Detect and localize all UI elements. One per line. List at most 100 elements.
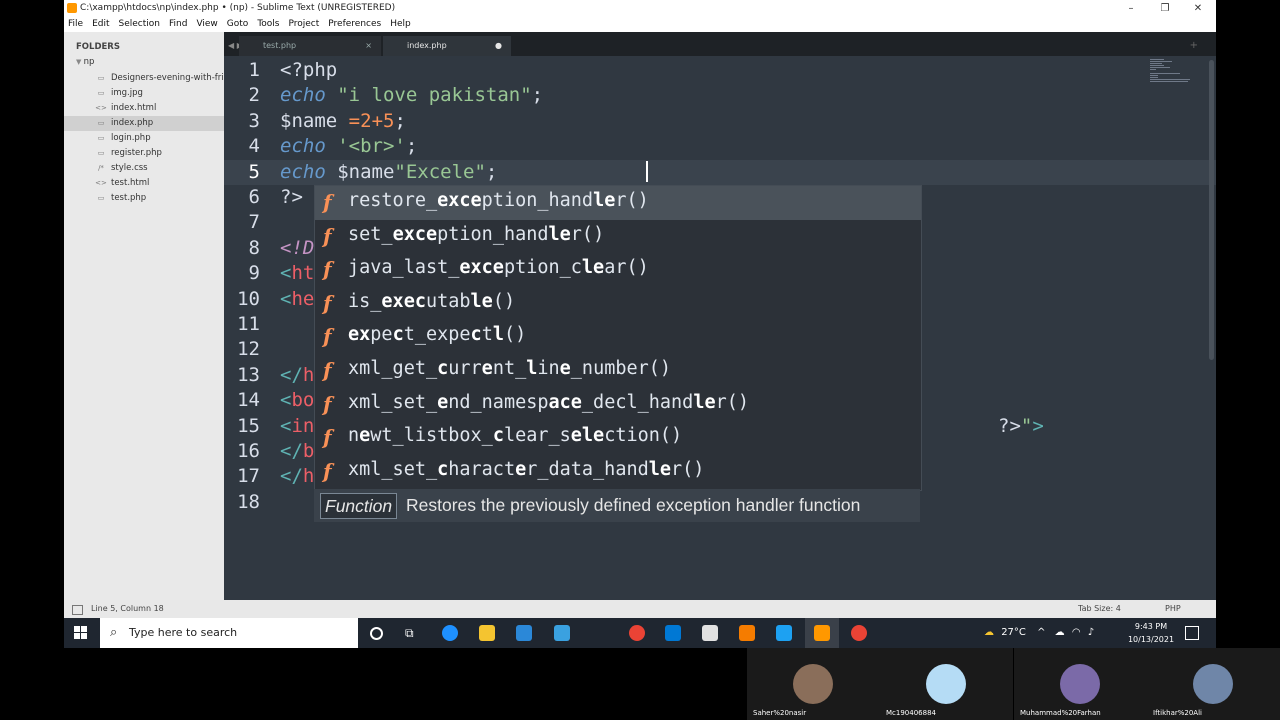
folder-np[interactable]: ▼ np	[76, 57, 94, 67]
maximize-button[interactable]: ❐	[1148, 0, 1182, 17]
menu-find[interactable]: Find	[165, 17, 192, 32]
line-number: 17	[237, 465, 260, 488]
autocomplete-item[interactable]: f newt_listbox_clear_selection()	[315, 421, 921, 455]
autocomplete-item[interactable]: f restore_exception_handler()	[315, 186, 921, 220]
tab-index-php[interactable]: index.php ●	[383, 36, 511, 56]
sidebar-file[interactable]: ▭ register.php	[64, 146, 224, 161]
menu-file[interactable]: File	[64, 17, 88, 32]
sidebar-file[interactable]: ▭ login.php	[64, 131, 224, 146]
chrome-icon-2[interactable]	[851, 625, 867, 641]
new-tab-icon[interactable]: +	[1190, 36, 1198, 56]
volume-icon[interactable]: ♪	[1088, 627, 1094, 638]
menu-view[interactable]: View	[192, 17, 222, 32]
sidebar-file[interactable]: ▭ Designers-evening-with-friends	[64, 71, 224, 86]
code-token: $name	[337, 160, 395, 183]
code-token: </	[280, 440, 303, 462]
code-line[interactable]: <?php	[280, 59, 337, 81]
notification-center-icon[interactable]	[1185, 626, 1199, 640]
code-token: echo	[280, 160, 338, 183]
autocomplete-item[interactable]: f xml_set_character_data_handler()	[315, 455, 921, 489]
vertical-scrollbar[interactable]	[1209, 60, 1214, 360]
line-number: 10	[237, 287, 260, 310]
menu-preferences[interactable]: Preferences	[324, 17, 386, 32]
sidebar-file[interactable]: /* style.css	[64, 161, 224, 176]
sidebar-file[interactable]: ▭ index.php	[64, 116, 224, 131]
menu-help[interactable]: Help	[386, 17, 416, 32]
participant-tile[interactable]: Saher%20nasir	[747, 648, 880, 720]
participant-tile[interactable]: Mc190406884	[880, 648, 1013, 720]
tab-close-icon[interactable]: ×	[365, 36, 372, 56]
slack-icon[interactable]	[702, 625, 718, 641]
label-part: ption_hand	[437, 223, 549, 245]
chrome-icon[interactable]	[629, 625, 645, 641]
menu-project[interactable]: Project	[284, 17, 324, 32]
menu-goto[interactable]: Goto	[223, 17, 254, 32]
taskbar-search-box[interactable]: ⌕ Type here to search	[100, 618, 358, 648]
menu-selection[interactable]: Selection	[115, 17, 165, 32]
match-highlight: l	[526, 358, 538, 379]
code-token: $	[280, 109, 292, 132]
tray-chevron-icon[interactable]: ^	[1037, 627, 1045, 638]
function-kind-icon: f	[323, 324, 332, 349]
code-line[interactable]: echo $name"Excele";	[280, 161, 497, 183]
minimize-button[interactable]: –	[1114, 0, 1148, 17]
sidebar-file[interactable]: <> test.html	[64, 176, 224, 191]
code-line-tail[interactable]: ?>">	[998, 415, 1044, 437]
vscode-icon[interactable]	[665, 625, 681, 641]
syntax-mode[interactable]: PHP	[1165, 600, 1181, 618]
sublime-icon[interactable]	[814, 625, 830, 641]
participant-tile[interactable]: Muhammad%20Farhan	[1014, 648, 1147, 720]
task-view-icon[interactable]: ⧉	[405, 625, 421, 641]
file-name: login.php	[111, 133, 151, 143]
edge-icon[interactable]	[442, 625, 458, 641]
menu-edit[interactable]: Edit	[88, 17, 114, 32]
code-line[interactable]: ?>	[280, 186, 303, 208]
mail-icon[interactable]	[554, 625, 570, 641]
line-number: 7	[248, 211, 260, 234]
autocomplete-item[interactable]: f xml_get_current_line_number()	[315, 354, 921, 388]
code-token: =	[337, 109, 361, 132]
code-line[interactable]: echo '<br>';	[280, 135, 417, 157]
weather-icon[interactable]: ☁	[984, 627, 994, 638]
file-icon: ▭	[97, 194, 105, 202]
unsaved-dot-icon[interactable]: ●	[495, 36, 502, 56]
code-line[interactable]: $name =2+5;	[280, 110, 406, 132]
tooltip-kind: Function	[320, 493, 398, 519]
function-kind-icon: f	[323, 223, 332, 248]
participant-tile[interactable]: Iftikhar%20Ali	[1147, 648, 1280, 720]
label-part: r_data_hand	[526, 458, 649, 480]
close-button[interactable]: ✕	[1181, 0, 1215, 17]
sidebar-file[interactable]: ▭ test.php	[64, 191, 224, 206]
windows-start-icon[interactable]	[74, 626, 88, 640]
store-icon[interactable]	[516, 625, 532, 641]
tab-test-php[interactable]: test.php ×	[239, 36, 381, 56]
wifi-icon[interactable]: ◠	[1072, 627, 1081, 638]
cortana-icon[interactable]	[370, 627, 383, 640]
menu-bar: File Edit Selection Find View Goto Tools Projec…	[64, 17, 1216, 32]
autocomplete-item[interactable]: f expect_expectl()	[315, 320, 921, 354]
autocomplete-item[interactable]: f java_last_exception_clear()	[315, 253, 921, 287]
weather-temp[interactable]: 27°C	[1001, 627, 1026, 638]
tab-label: test.php	[263, 41, 297, 50]
code-line[interactable]: echo "i love pakistan";	[280, 84, 543, 106]
avatar	[1193, 664, 1233, 704]
text-cursor	[646, 161, 648, 182]
line-number: 13	[237, 363, 260, 386]
network-icon[interactable]: ☁	[1055, 627, 1065, 638]
sidebar-file[interactable]: <> index.html	[64, 101, 224, 116]
file-explorer-icon[interactable]	[479, 625, 495, 641]
menu-tools[interactable]: Tools	[253, 17, 284, 32]
autocomplete-item[interactable]: f set_exception_handler()	[315, 220, 921, 254]
participant-name: Saher%20nasir	[753, 709, 807, 717]
avatar	[1060, 664, 1100, 704]
xampp-icon[interactable]	[739, 625, 755, 641]
panel-toggle-icon[interactable]	[72, 605, 83, 615]
skype-icon[interactable]	[776, 625, 792, 641]
tab-size[interactable]: Tab Size: 4	[1078, 600, 1121, 618]
sidebar: FOLDERS ▼ np ▭ Designers-evening-with-fri…	[64, 32, 224, 600]
sidebar-file[interactable]: ▭ img.jpg	[64, 86, 224, 101]
autocomplete-item[interactable]: f xml_set_end_namespace_decl_handler()	[315, 388, 921, 422]
clock[interactable]: 9:43 PM 10/13/2021	[1126, 620, 1176, 646]
minimap[interactable]	[1150, 58, 1200, 88]
autocomplete-item[interactable]: f is_executable()	[315, 287, 921, 321]
